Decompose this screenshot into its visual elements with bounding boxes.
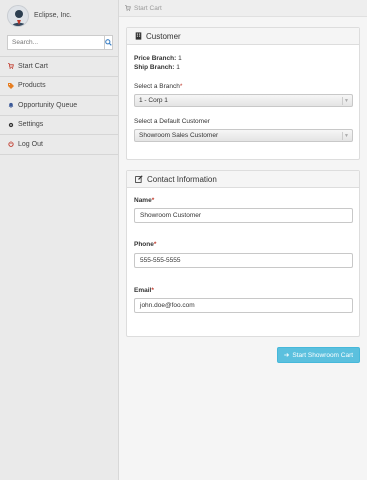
customer-panel: Customer Price Branch: 1 Ship Branch: 1 … bbox=[126, 27, 360, 160]
email-field-value: john.doe@foo.com bbox=[140, 302, 195, 309]
branch-label-text: Select a Branch bbox=[134, 83, 180, 90]
search-button[interactable] bbox=[104, 35, 113, 50]
phone-field-value: 555-555-5555 bbox=[140, 257, 181, 264]
cart-icon bbox=[125, 5, 131, 11]
avatar[interactable] bbox=[7, 4, 29, 27]
sidebar-item-label: Start Cart bbox=[18, 62, 48, 70]
branch-select[interactable]: 1 - Corp 1 ▼ bbox=[134, 94, 353, 107]
start-showroom-cart-button[interactable]: ➔ Start Showroom Cart bbox=[277, 347, 360, 363]
name-field-value: Showroom Customer bbox=[140, 212, 202, 219]
required-marker: * bbox=[151, 287, 154, 294]
customer-panel-heading: Customer bbox=[127, 28, 359, 45]
default-customer-select-value: Showroom Sales Customer bbox=[139, 132, 219, 139]
email-label: Email* bbox=[134, 287, 154, 294]
sidebar-item-log-out[interactable]: Log Out bbox=[0, 135, 118, 155]
required-marker: * bbox=[151, 197, 155, 204]
breadcrumb-label[interactable]: Start Cart bbox=[134, 5, 162, 12]
tags-icon bbox=[8, 82, 14, 89]
cart-icon bbox=[8, 63, 14, 70]
branch-select-value: 1 - Corp 1 bbox=[139, 97, 168, 104]
price-branch-label: Price Branch: bbox=[134, 55, 177, 62]
required-marker: * bbox=[153, 241, 157, 248]
sidebar-item-opportunity-queue[interactable]: Opportunity Queue bbox=[0, 96, 118, 116]
ship-branch-label: Ship Branch: bbox=[134, 64, 175, 71]
breadcrumb: Start Cart bbox=[119, 0, 367, 17]
contact-panel-title: Contact Information bbox=[147, 174, 217, 184]
ship-branch-value: 1 bbox=[176, 64, 180, 71]
arrow-right-icon: ➔ bbox=[283, 352, 290, 359]
price-branch-value: 1 bbox=[178, 55, 182, 62]
phone-label-text: Phone bbox=[134, 241, 154, 248]
contact-panel-heading: Contact Information bbox=[127, 171, 359, 188]
chevron-down-icon: ▼ bbox=[342, 132, 350, 140]
search-icon bbox=[105, 39, 112, 46]
power-icon bbox=[8, 141, 14, 148]
sidebar-item-label: Opportunity Queue bbox=[18, 101, 78, 109]
email-label-text: Email bbox=[134, 287, 152, 294]
company-name: Eclipse, Inc. bbox=[34, 12, 72, 19]
email-field[interactable]: john.doe@foo.com bbox=[134, 298, 353, 313]
name-label: Name* bbox=[134, 197, 154, 204]
sidebar-item-label: Products bbox=[18, 82, 46, 90]
branch-label: Select a Branch* bbox=[134, 83, 182, 90]
sidebar-item-label: Settings bbox=[18, 121, 44, 129]
default-customer-select[interactable]: Showroom Sales Customer ▼ bbox=[134, 129, 353, 142]
name-field[interactable]: Showroom Customer bbox=[134, 208, 353, 223]
default-customer-label: Select a Default Customer bbox=[134, 118, 210, 125]
edit-icon bbox=[135, 175, 143, 183]
contact-panel: Contact Information Name* Showroom Custo… bbox=[126, 170, 360, 337]
sidebar-item-settings[interactable]: Settings bbox=[0, 116, 118, 135]
chevron-down-icon: ▼ bbox=[342, 97, 350, 105]
phone-field[interactable]: 555-555-5555 bbox=[134, 253, 353, 268]
required-marker: * bbox=[179, 83, 183, 90]
search-input[interactable] bbox=[7, 35, 104, 50]
phone-label: Phone* bbox=[134, 241, 156, 248]
main-content: Start Cart Customer Price Branch: 1 Ship… bbox=[119, 0, 367, 480]
sidebar: Eclipse, Inc. Start Cart Products Opport… bbox=[0, 0, 119, 480]
name-label-text: Name bbox=[134, 197, 152, 204]
sidebar-item-label: Log Out bbox=[18, 140, 43, 148]
sidebar-nav: Start Cart Products Opportunity Queue Se… bbox=[0, 56, 118, 155]
price-branch: Price Branch: 1 bbox=[134, 54, 182, 63]
gear-icon bbox=[8, 122, 14, 127]
bell-icon bbox=[8, 103, 14, 109]
start-showroom-cart-label: Start Showroom Cart bbox=[292, 351, 354, 359]
building-icon bbox=[135, 32, 142, 40]
customer-panel-title: Customer bbox=[146, 31, 181, 41]
sidebar-item-products[interactable]: Products bbox=[0, 77, 118, 96]
ship-branch: Ship Branch: 1 bbox=[134, 63, 180, 72]
search-bar bbox=[7, 35, 113, 50]
profile-header: Eclipse, Inc. bbox=[0, 0, 118, 31]
sidebar-item-start-cart[interactable]: Start Cart bbox=[0, 57, 118, 77]
